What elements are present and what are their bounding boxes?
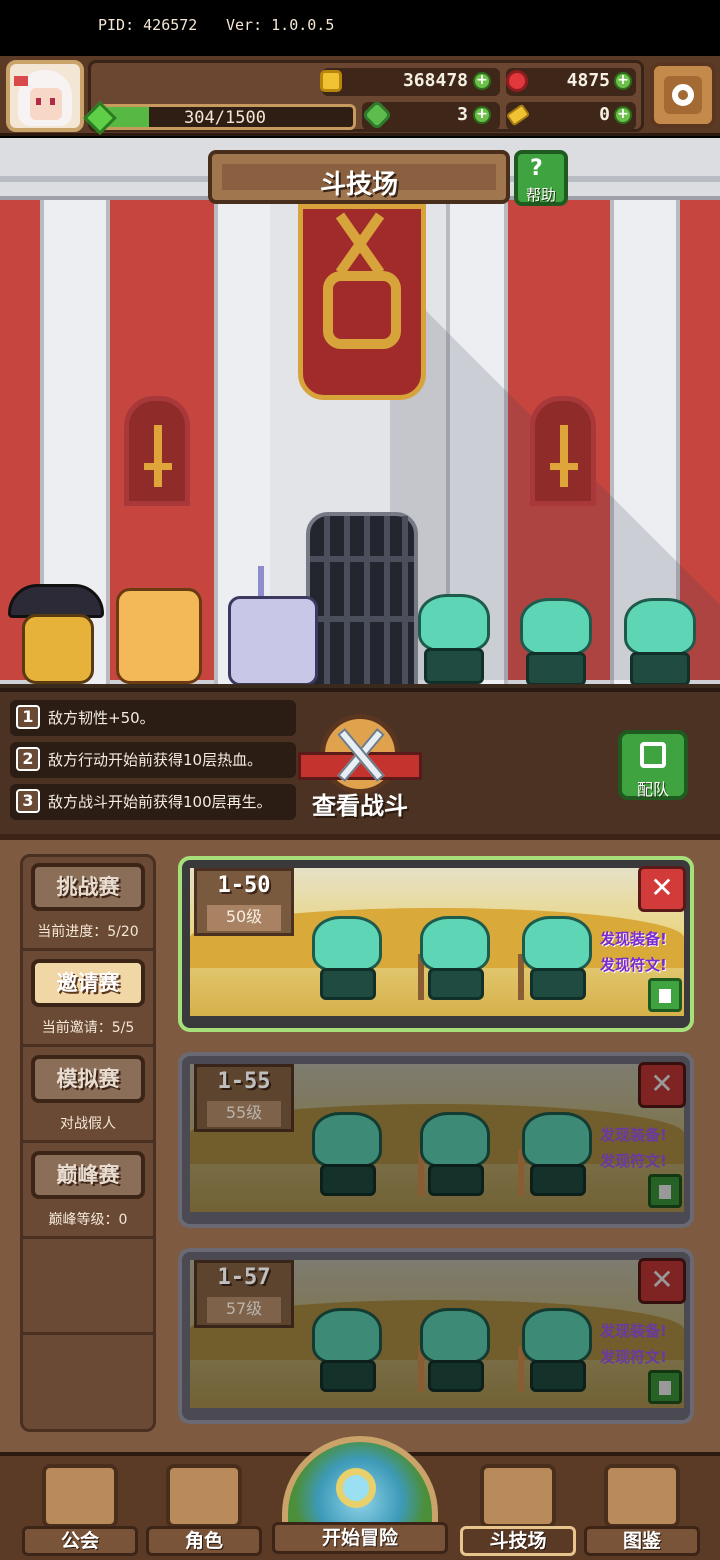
player-id: PID: 426572 [98,16,198,34]
help-button[interactable]: ? 帮助 [514,150,568,206]
simulation-mode-button[interactable]: 模拟赛 [31,1055,145,1103]
invite-mode-button[interactable]: 邀请赛 [31,959,145,1007]
coin-icon [320,70,342,92]
mode-slot-empty [23,1337,153,1431]
equipment-found-label: 发现装备! [600,1126,667,1144]
character-icon [166,1464,242,1528]
thumbs-up-button[interactable] [648,1174,682,1208]
mode-sidebar: 挑战赛 当前进度：5/20 邀请赛 当前邀请：5/5 模拟赛 对战假人 巅峰赛 … [20,854,156,1432]
view-battle-label[interactable]: 查看战斗 [288,786,432,821]
peak-level: 巅峰等级：0 [48,1212,128,1228]
arena-gate [306,512,418,688]
effect-item: 1 敌方韧性+50。 [10,700,296,736]
effect-item: 3 敌方战斗开始前获得100层再生。 [10,784,296,820]
magnifier-icon [336,1468,376,1508]
exp-bar: 304/1500 [94,104,356,130]
equipment-found-label: 发现装备! [600,1322,667,1340]
book-icon [604,1464,680,1528]
rune-found-label: 发现符文! [600,1348,667,1366]
stage-badge: 1-55 55级 [194,1064,294,1132]
guild-hall-icon [42,1464,118,1528]
level-label: 55级 [207,1101,281,1127]
arena-banner [298,204,426,400]
equipment-found-label: 发现装备! [600,930,667,948]
stage-label: 1-57 [217,1265,271,1290]
simulation-desc: 对战假人 [60,1116,116,1132]
stage-badge: 1-50 50级 [194,868,294,936]
dismiss-button[interactable]: ✕ [638,1258,686,1304]
clover-value: 3 [457,104,468,125]
arena-title-plate: 斗技场 [208,150,510,204]
opponent-card[interactable]: 1-57 57级 ✕ 发现装备! 发现符文! [178,1248,694,1424]
nav-character[interactable]: 角色 [146,1460,262,1558]
nav-arena[interactable]: 斗技场 [460,1460,576,1558]
rune-found-label: 发现符文! [600,956,667,974]
close-icon: ✕ [650,871,674,904]
rune-found-label: 发现符文! [600,1152,667,1170]
nav-adventure[interactable]: 开始冒险 [272,1436,448,1560]
settings-button[interactable] [650,62,716,128]
challenge-progress: 当前进度：5/20 [37,924,139,940]
gold-value: 368478 [402,70,468,91]
close-icon: ✕ [650,1263,674,1296]
gem-icon [506,70,528,92]
peak-mode-button[interactable]: 巅峰赛 [31,1151,145,1199]
question-icon: ? [530,156,543,181]
wall-sword-left [124,396,190,506]
page-title: 斗技场 [319,170,398,200]
close-icon: ✕ [650,1067,674,1100]
opponent-card[interactable]: 1-55 55级 ✕ 发现装备! 发现符文! [178,1052,694,1228]
gem-value: 4875 [566,70,610,91]
invite-progress: 当前邀请：5/5 [41,1020,135,1036]
level-label: 50级 [207,905,281,931]
nav-codex[interactable]: 图鉴 [584,1460,700,1558]
wall-sword-right [530,396,596,506]
add-key-button[interactable]: + [614,106,632,124]
level-label: 57级 [207,1297,281,1323]
team-setup-button[interactable]: 配队 [618,730,688,800]
challenge-mode-button[interactable]: 挑战赛 [31,863,145,911]
opponent-card[interactable]: 1-50 50级 ✕ 发现装备! 发现符文! [178,856,694,1032]
version-label: Ver: 1.0.0.5 [226,16,335,34]
arena-scene [0,138,720,688]
help-label: 帮助 [525,186,556,204]
team-label: 配队 [636,780,669,799]
key-value: 0 [599,104,610,125]
add-clover-button[interactable]: + [473,106,491,124]
gear-icon [672,84,694,106]
nav-guild[interactable]: 公会 [22,1460,138,1558]
add-gem-button[interactable]: + [614,72,632,90]
effect-item: 2 敌方行动开始前获得10层热血。 [10,742,296,778]
add-gold-button[interactable]: + [473,72,491,90]
thumbs-up-button[interactable] [648,978,682,1012]
dismiss-button[interactable]: ✕ [638,866,686,912]
mode-slot-challenge: 挑战赛 当前进度：5/20 [23,857,153,951]
stage-label: 1-55 [217,1069,271,1094]
exp-text: 304/1500 [184,108,266,128]
stage-label: 1-50 [217,873,271,898]
dismiss-button[interactable]: ✕ [638,1062,686,1108]
mode-slot-invite: 邀请赛 当前邀请：5/5 [23,953,153,1047]
mode-slot-peak: 巅峰赛 巅峰等级：0 [23,1145,153,1239]
team-icon [640,742,666,768]
stage-badge: 1-57 57级 [194,1260,294,1328]
mode-slot-sim: 模拟赛 对战假人 [23,1049,153,1143]
crossed-swords-icon [480,1464,556,1528]
mode-slot-empty [23,1241,153,1335]
thumbs-up-button[interactable] [648,1370,682,1404]
player-avatar[interactable] [6,60,84,132]
